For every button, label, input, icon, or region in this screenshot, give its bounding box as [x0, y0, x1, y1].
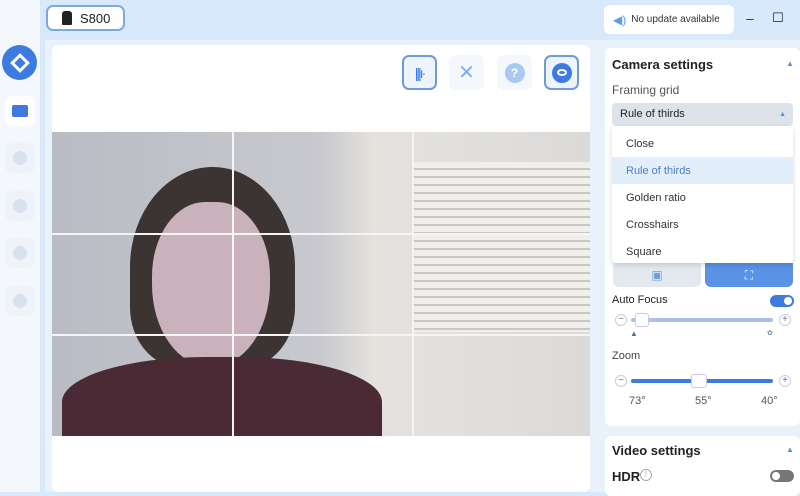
framing-grid-label: Framing grid	[612, 83, 680, 97]
device-selector-button[interactable]: S800	[46, 5, 125, 31]
framing-grid-value: Rule of thirds	[620, 108, 685, 120]
zoom-tick-mid: 55°	[695, 395, 712, 407]
zoom-label: Zoom	[612, 350, 641, 362]
zoom-minus-button[interactable]: −	[615, 375, 627, 387]
option-golden-ratio[interactable]: Golden ratio	[612, 184, 793, 211]
tools-button[interactable]: ✕	[449, 55, 484, 90]
window-blinds	[412, 162, 590, 332]
framing-grid-options: Close Rule of thirds Golden ratio Crossh…	[612, 126, 793, 263]
info-icon[interactable]: !	[640, 469, 652, 481]
person-shirt	[62, 357, 382, 436]
focus-minus-button[interactable]: −	[615, 314, 627, 326]
option-crosshairs[interactable]: Crosshairs	[612, 211, 793, 238]
sidebar-item-info[interactable]	[5, 238, 35, 268]
minimize-button[interactable]: –	[742, 10, 758, 26]
device-name: S800	[80, 10, 111, 26]
zoom-slider[interactable]	[631, 374, 773, 388]
video-settings-panel: Video settings ▲ HDR !	[605, 436, 800, 496]
bell-icon	[13, 199, 27, 213]
camera-settings-title: Camera settings	[612, 57, 714, 72]
update-status: ◀) No update available	[604, 5, 734, 34]
hdr-toggle[interactable]	[770, 470, 794, 482]
collapse-icon[interactable]: ▲	[786, 445, 794, 454]
user-icon	[13, 294, 27, 308]
auto-focus-label: Auto Focus	[612, 294, 668, 306]
help-button[interactable]: ?	[497, 55, 532, 90]
frame-mode-manual-button[interactable]: ▣	[613, 263, 701, 287]
collapse-icon[interactable]: ▲	[786, 59, 794, 68]
sidebar-item-settings[interactable]	[5, 143, 35, 173]
camera-preview	[52, 132, 590, 436]
video-settings-title: Video settings	[612, 443, 701, 458]
person-frame-icon: ⛶	[744, 268, 754, 282]
camera-settings-panel: Camera settings ▲ Framing grid Rule of t…	[605, 48, 800, 426]
sidebar-item-camera[interactable]	[5, 96, 35, 126]
framing-view-button[interactable]	[544, 55, 579, 90]
monitor-icon	[12, 105, 28, 117]
flower-icon: ✿	[767, 330, 773, 337]
person-face	[152, 202, 270, 367]
frame-mode-auto-button[interactable]: ⛶	[705, 263, 793, 287]
audio-waveform-icon: |||ı·	[414, 64, 427, 81]
sidebar-item-account[interactable]	[5, 286, 35, 316]
audio-button[interactable]: |||ı·	[402, 55, 437, 90]
auto-focus-toggle[interactable]	[770, 295, 794, 307]
help-icon: ?	[504, 62, 525, 83]
camera-device-icon	[62, 11, 72, 25]
eye-icon	[551, 62, 572, 83]
frame-icon: ▣	[651, 268, 663, 282]
maximize-button[interactable]: ☐	[770, 10, 786, 26]
option-rule-of-thirds[interactable]: Rule of thirds	[612, 157, 793, 184]
info-icon	[13, 246, 27, 260]
zoom-plus-button[interactable]: +	[779, 375, 791, 387]
focus-slider-thumb[interactable]	[635, 313, 650, 327]
tools-icon: ✕	[458, 62, 475, 84]
option-square[interactable]: Square	[612, 238, 793, 265]
chevron-up-icon: ▲	[779, 111, 786, 118]
zoom-slider-thumb[interactable]	[691, 374, 708, 388]
hdr-label: HDR	[612, 469, 641, 484]
gear-icon	[13, 151, 27, 165]
zoom-tick-wide: 73°	[629, 395, 646, 407]
focus-slider[interactable]	[631, 313, 773, 327]
mountain-icon: ▲	[630, 329, 638, 338]
sidebar-item-notifications[interactable]	[5, 191, 35, 221]
sidebar	[0, 0, 40, 492]
update-text: No update available	[631, 14, 720, 25]
speaker-icon: ◀)	[613, 12, 627, 27]
app-logo	[2, 45, 37, 80]
zoom-tick-tele: 40°	[761, 395, 778, 407]
focus-plus-button[interactable]: +	[779, 314, 791, 326]
framing-grid-select[interactable]: Rule of thirds ▲	[612, 103, 793, 126]
option-close[interactable]: Close	[612, 130, 793, 157]
